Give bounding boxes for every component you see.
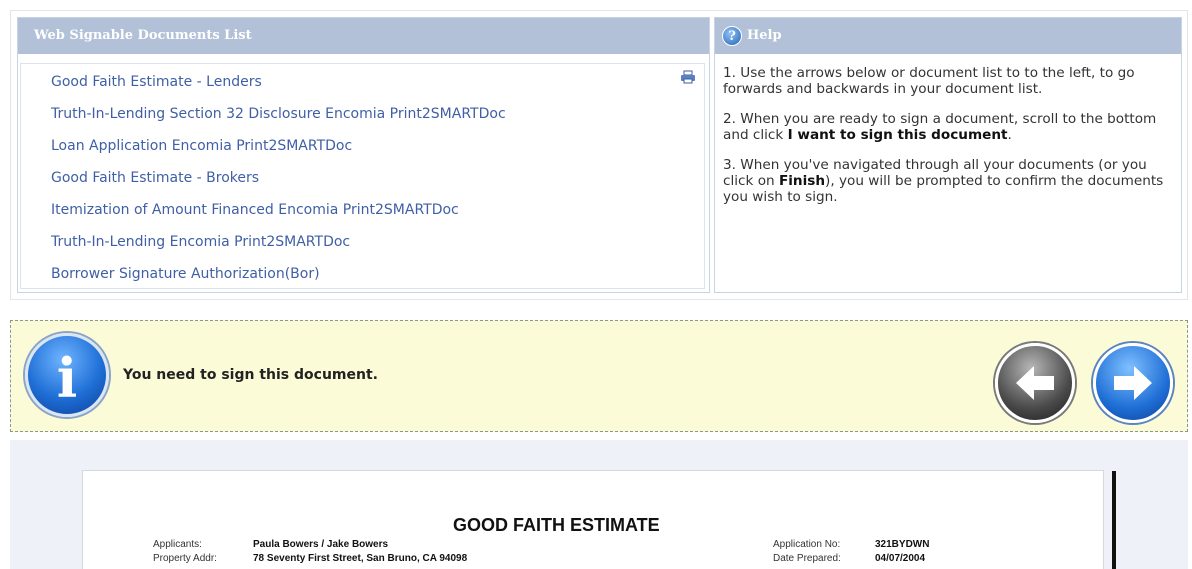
- next-document-button[interactable]: [1093, 343, 1173, 423]
- help-panel: ? Help 1. Use the arrows below or docume…: [714, 17, 1182, 293]
- document-page: GOOD FAITH ESTIMATE Applicants: Paula Bo…: [82, 470, 1104, 569]
- arrow-left-icon: [1016, 366, 1054, 400]
- help-icon: ?: [722, 26, 742, 46]
- page-edge-rule: [1112, 471, 1116, 569]
- document-viewer: GOOD FAITH ESTIMATE Applicants: Paula Bo…: [10, 440, 1188, 569]
- help-header: ? Help: [715, 18, 1181, 54]
- documents-list-container: Good Faith Estimate - Lenders Truth-In-L…: [20, 63, 705, 289]
- help-step-3: 3. When you've navigated through all you…: [723, 157, 1175, 205]
- help-title: Help: [747, 28, 782, 43]
- document-link[interactable]: Truth-In-Lending Encomia Print2SMARTDoc: [21, 226, 704, 258]
- help-body: 1. Use the arrows below or document list…: [715, 54, 1181, 205]
- previous-document-button[interactable]: [995, 343, 1075, 423]
- help-step-2-end: .: [1007, 127, 1012, 143]
- info-icon: i: [25, 333, 109, 417]
- document-link[interactable]: Good Faith Estimate - Lenders: [21, 66, 704, 98]
- documents-list-panel: Web Signable Documents List Good Faith E…: [17, 17, 710, 293]
- documents-list-header: Web Signable Documents List: [18, 18, 709, 54]
- document-link[interactable]: Loan Application Encomia Print2SMARTDoc: [21, 130, 704, 162]
- arrow-right-icon: [1114, 366, 1152, 400]
- help-step-2: 2. When you are ready to sign a document…: [723, 111, 1175, 143]
- notice-message: You need to sign this document.: [123, 367, 378, 383]
- applicants-label: Applicants:: [153, 539, 202, 550]
- document-title: GOOD FAITH ESTIMATE: [453, 515, 660, 535]
- printer-icon[interactable]: [680, 70, 696, 84]
- help-step-2-emphasis: I want to sign this document: [787, 127, 1008, 143]
- help-step-3-emphasis: Finish: [778, 173, 826, 189]
- property-address-value: 78 Seventy First Street, San Bruno, CA 9…: [253, 553, 468, 564]
- document-link[interactable]: Good Faith Estimate - Brokers: [21, 162, 704, 194]
- date-prepared-value: 04/07/2004: [875, 553, 926, 564]
- property-address-label: Property Addr:: [153, 553, 217, 564]
- document-list: Good Faith Estimate - Lenders Truth-In-L…: [21, 64, 704, 290]
- help-step-1: 1. Use the arrows below or document list…: [723, 65, 1135, 97]
- document-link[interactable]: Itemization of Amount Financed Encomia P…: [21, 194, 704, 226]
- sign-notice-bar: i You need to sign this document.: [10, 320, 1188, 432]
- document-link[interactable]: Truth-In-Lending Section 32 Disclosure E…: [21, 98, 704, 130]
- application-number-value: 321BYDWN: [875, 539, 930, 550]
- applicants-value: Paula Bowers / Jake Bowers: [253, 539, 389, 550]
- document-link[interactable]: Borrower Signature Authorization(Bor): [21, 258, 704, 290]
- date-prepared-label: Date Prepared:: [773, 553, 841, 564]
- application-number-label: Application No:: [773, 539, 841, 550]
